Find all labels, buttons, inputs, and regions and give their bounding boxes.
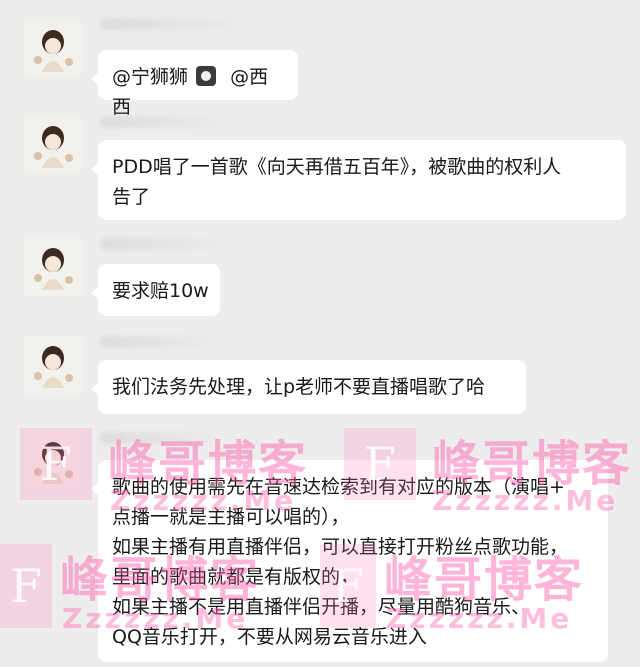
avatar-icon (34, 442, 73, 484)
message-text: QQ音乐打开，不要从网易云音乐进入 (112, 626, 427, 648)
avatar[interactable] (24, 336, 82, 394)
sender-name-redacted (100, 116, 230, 128)
message-bubble[interactable]: 要求赔10w (91, 264, 220, 316)
message-row: @宁狮狮 @西西 (0, 14, 640, 118)
mention-text[interactable]: @宁狮狮 (112, 66, 188, 88)
sender-name-redacted (100, 18, 250, 30)
message-bubble[interactable]: 歌曲的使用需先在音速达检索到有对应的版本（演唱+ 点播一就是主播可以唱的）， 如… (91, 460, 608, 662)
message-text: 要求赔10w (112, 280, 209, 302)
avatar-icon (34, 248, 73, 290)
avatar-icon (34, 346, 73, 388)
avatar-icon (34, 30, 73, 72)
message-bubble[interactable]: 我们法务先处理，让p老师不要直播唱歌了哈 (91, 360, 526, 414)
message-bubble[interactable]: @宁狮狮 @西西 (91, 50, 298, 118)
message-bubble[interactable]: PDD唱了一首歌《向天再借五百年》，被歌曲的权利人 告了 (91, 140, 626, 220)
message-text: 我们法务先处理，让p老师不要直播唱歌了哈 (112, 376, 486, 398)
dog-emoji-icon (196, 66, 217, 86)
message-row: 我们法务先处理，让p老师不要直播唱歌了哈 (0, 332, 640, 418)
message-text: 告了 (112, 186, 151, 208)
message-row: 要求赔10w (0, 234, 640, 318)
message-text: 点播一就是主播可以唱的）， (112, 506, 350, 528)
message-text: 歌曲的使用需先在音速达检索到有对应的版本（演唱+ (112, 476, 565, 498)
message-row: PDD唱了一首歌《向天再借五百年》，被歌曲的权利人 告了 (0, 112, 640, 222)
message-text: 如果主播有用直播伴侣，可以直接打开粉丝点歌功能， (112, 536, 569, 558)
message-text: 如果主播不是用直播伴侣开播，尽量用酷狗音乐、 (112, 596, 531, 618)
sender-name-redacted (100, 432, 220, 444)
avatar[interactable] (24, 20, 82, 78)
avatar-icon (34, 126, 73, 168)
avatar[interactable] (24, 116, 82, 174)
message-text: PDD唱了一首歌《向天再借五百年》，被歌曲的权利人 (112, 156, 562, 178)
avatar[interactable] (24, 432, 82, 490)
sender-name-redacted (100, 336, 220, 348)
message-text: 里面的歌曲就都是有版权的， (112, 566, 360, 588)
message-row: 歌曲的使用需先在音速达检索到有对应的版本（演唱+ 点播一就是主播可以唱的）， 如… (0, 428, 640, 667)
sender-name-redacted (100, 238, 230, 250)
avatar[interactable] (24, 238, 82, 296)
